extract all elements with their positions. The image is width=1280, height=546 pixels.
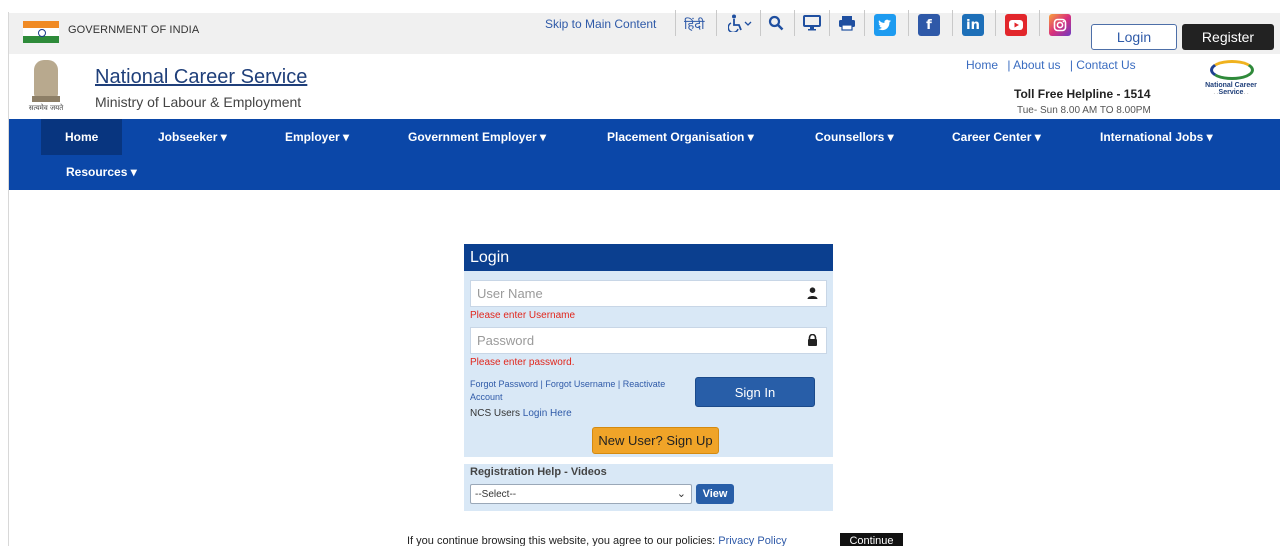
divider: [1039, 10, 1040, 36]
accessibility-icon[interactable]: [726, 13, 754, 33]
print-icon[interactable]: [836, 13, 858, 33]
divider: [794, 10, 795, 36]
nav-item-placement-organisation[interactable]: Placement Organisation ▾: [607, 119, 754, 155]
cookie-notice: If you continue browsing this website, y…: [407, 535, 787, 546]
divider: [760, 10, 761, 36]
government-label: GOVERNMENT OF INDIA: [68, 24, 200, 36]
ncs-users-login: NCS Users Login Here: [470, 408, 572, 419]
nav-item-government-employer[interactable]: Government Employer ▾: [408, 119, 546, 155]
new-user-sign-up-button[interactable]: New User? Sign Up: [592, 427, 719, 454]
twitter-icon[interactable]: [874, 14, 896, 36]
india-flag-icon: [23, 21, 59, 43]
select-value: --Select--: [475, 488, 517, 500]
instagram-icon[interactable]: [1049, 14, 1071, 36]
password-error: Please enter password.: [470, 357, 575, 368]
national-emblem-logo: सत्यमेव जयते: [20, 58, 72, 116]
login-panel: Login User Name Please enter Username Pa…: [464, 244, 833, 457]
password-input[interactable]: Password: [470, 327, 827, 354]
password-placeholder: Password: [477, 333, 535, 348]
divider: [952, 10, 953, 36]
nav-item-jobseeker[interactable]: Jobseeker ▾: [158, 119, 227, 155]
linkedin-icon[interactable]: in: [962, 14, 984, 36]
toll-free-helpline: Toll Free Helpline - 1514: [1014, 87, 1151, 101]
hindi-language-link[interactable]: हिंदी: [684, 15, 705, 33]
divider: [908, 10, 909, 36]
forgot-links[interactable]: Forgot Password | Forgot Username | Reac…: [470, 378, 670, 404]
sign-in-button[interactable]: Sign In: [695, 377, 815, 407]
divider: [675, 10, 676, 36]
nav-item-international-jobs[interactable]: International Jobs ▾: [1100, 119, 1213, 155]
site-subtitle: Ministry of Labour & Employment: [95, 94, 302, 110]
divider: [864, 10, 865, 36]
lock-icon: [807, 333, 818, 349]
top-login-button[interactable]: Login: [1091, 24, 1177, 50]
ncs-logo: National Career Service · · · · · · · · …: [1196, 58, 1266, 104]
login-heading: Login: [464, 244, 833, 271]
main-navigation: Home Jobseeker ▾ Employer ▾ Government E…: [9, 119, 1280, 190]
monitor-icon[interactable]: [801, 13, 823, 33]
user-icon: [807, 287, 818, 302]
search-icon[interactable]: [766, 13, 786, 33]
ncs-login-here-link[interactable]: Login Here: [523, 408, 572, 419]
top-register-button[interactable]: Register: [1182, 24, 1274, 50]
nav-item-career-center[interactable]: Career Center ▾: [952, 119, 1041, 155]
registration-video-select[interactable]: --Select-- ⌄: [470, 484, 692, 504]
divider: [995, 10, 996, 36]
nav-item-home[interactable]: Home: [41, 119, 123, 155]
view-button[interactable]: View: [696, 484, 734, 504]
username-placeholder: User Name: [477, 286, 543, 301]
header-links: Home | About us | Contact Us: [966, 58, 1142, 72]
divider: [716, 10, 717, 36]
divider: [829, 10, 830, 36]
username-input[interactable]: User Name: [470, 280, 827, 307]
emblem-motto: सत्यमेव जयते: [28, 104, 64, 112]
home-link[interactable]: Home: [966, 58, 998, 72]
contact-us-link[interactable]: | Contact Us: [1070, 58, 1136, 72]
youtube-icon[interactable]: [1005, 14, 1027, 36]
privacy-policy-link[interactable]: Privacy Policy: [718, 535, 786, 546]
cookie-text: If you continue browsing this website, y…: [407, 535, 716, 546]
username-error: Please enter Username: [470, 310, 576, 321]
skip-to-main-content-link[interactable]: Skip to Main Content: [545, 17, 656, 31]
helpline-hours: Tue- Sun 8.00 AM TO 8.00PM: [1017, 105, 1151, 116]
site-title-link[interactable]: National Career Service: [95, 66, 307, 89]
facebook-icon[interactable]: f: [918, 14, 940, 36]
nav-item-resources[interactable]: Resources ▾: [66, 154, 137, 190]
ncs-users-label: NCS Users: [470, 408, 521, 419]
nav-item-employer[interactable]: Employer ▾: [285, 119, 349, 155]
chevron-down-icon: ⌄: [676, 488, 686, 500]
registration-help-title: Registration Help - Videos: [470, 466, 607, 478]
nav-item-counsellors[interactable]: Counsellors ▾: [815, 119, 894, 155]
continue-button[interactable]: Continue: [840, 533, 903, 546]
about-us-link[interactable]: | About us: [1007, 58, 1060, 72]
registration-help-panel: Registration Help - Videos --Select-- ⌄ …: [464, 464, 833, 511]
